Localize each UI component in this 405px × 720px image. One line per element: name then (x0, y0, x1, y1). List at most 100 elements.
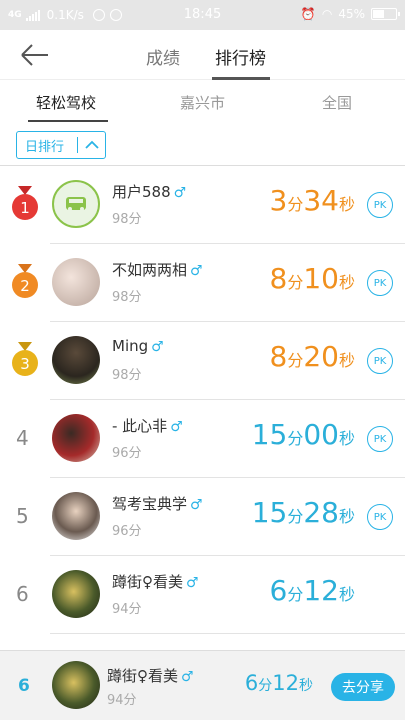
user-name: 驾考宝典学 ♂ (112, 493, 203, 514)
time-min-unit: 分 (287, 585, 304, 604)
time-minutes: 6 (269, 574, 288, 607)
scope-tab-city[interactable]: 嘉兴市 (180, 92, 225, 113)
time-min-unit: 分 (287, 351, 304, 370)
pk-button[interactable]: PK (367, 426, 393, 452)
scope-tab-national[interactable]: 全国 (322, 92, 352, 113)
chevron-up-icon (78, 140, 105, 150)
avatar[interactable] (52, 570, 100, 618)
time-minutes: 8 (269, 340, 288, 373)
exam-time: 15分28秒 (252, 496, 355, 529)
time-seconds: 28 (303, 496, 339, 529)
medal-number: 2 (20, 277, 30, 295)
tab-leaderboard[interactable]: 排行榜 (215, 44, 266, 69)
rank-number: 6 (16, 582, 29, 606)
time-minutes: 8 (269, 262, 288, 295)
back-arrow-icon[interactable] (18, 40, 52, 70)
user-score: 98分 (112, 368, 142, 383)
male-icon: ♂ (173, 185, 187, 201)
exam-time: 6分12秒 (270, 574, 356, 607)
time-min-unit: 分 (287, 429, 304, 448)
tab-score[interactable]: 成绩 (146, 44, 180, 69)
user-score: 96分 (112, 446, 142, 461)
car-icon (66, 197, 86, 211)
leaderboard-row[interactable]: 1 用户588 ♂ 98分 3分34秒 PK (0, 166, 405, 244)
time-sec-unit: 秒 (338, 351, 355, 370)
row-divider (50, 633, 405, 634)
time-seconds: 10 (303, 262, 339, 295)
gold-medal-icon: 1 (12, 186, 38, 220)
leaderboard-row[interactable]: 2 不如两两相 ♂ 98分 8分10秒 PK (0, 244, 405, 322)
male-icon: ♂ (186, 575, 199, 591)
medal-number: 1 (20, 199, 30, 217)
period-dropdown[interactable]: 日排行 (16, 131, 106, 159)
user-name-text: Ming (112, 337, 149, 355)
time-sec-unit: 秒 (338, 195, 355, 214)
pk-button[interactable]: PK (367, 270, 393, 296)
pk-button[interactable]: PK (367, 348, 393, 374)
user-name-text: 驾考宝典学 (112, 495, 188, 513)
user-name: Ming ♂ (112, 337, 164, 355)
user-name-text: - 此心非 (112, 417, 168, 435)
time-min-unit: 分 (287, 507, 304, 526)
my-avatar[interactable] (52, 661, 100, 709)
period-dropdown-label: 日排行 (25, 139, 65, 155)
rank-number: 4 (16, 426, 29, 450)
time-seconds: 12 (303, 574, 339, 607)
user-name: - 此心非 ♂ (112, 415, 183, 436)
male-icon: ♂ (170, 419, 183, 435)
user-name: 用户588 ♂ (112, 181, 186, 202)
user-name-text: 蹲街♀看美 (112, 573, 183, 591)
male-icon: ♂ (190, 497, 203, 513)
battery-icon (371, 8, 400, 20)
user-score: 98分 (112, 290, 142, 305)
scope-tab-school[interactable]: 轻松驾校 (36, 92, 96, 113)
my-name-text: 蹲街♀看美 (107, 667, 178, 685)
avatar[interactable] (52, 414, 100, 462)
rank-number: 5 (16, 504, 29, 528)
pk-button[interactable]: PK (367, 192, 393, 218)
time-min-unit: 分 (258, 678, 273, 694)
avatar[interactable] (52, 336, 100, 384)
alarm-icon: ⏰ (300, 7, 316, 21)
time-minutes: 15 (251, 496, 288, 529)
bronze-medal-icon: 3 (12, 342, 38, 376)
user-name: 蹲街♀看美 ♂ (112, 571, 199, 592)
leaderboard-row[interactable]: 4 - 此心非 ♂ 96分 15分00秒 PK (0, 400, 405, 478)
avatar[interactable] (52, 258, 100, 306)
time-sec-unit: 秒 (338, 585, 355, 604)
leaderboard-row[interactable]: 6 蹲街♀看美 ♂ 94分 6分12秒 (0, 556, 405, 634)
header: 成绩 排行榜 (0, 30, 405, 80)
scope-tab-indicator (28, 120, 108, 122)
share-button[interactable]: 去分享 (331, 673, 395, 701)
exam-time: 15分00秒 (252, 418, 355, 451)
scope-tabs: 轻松驾校 嘉兴市 全国 (0, 80, 405, 124)
time-sec-unit: 秒 (338, 507, 355, 526)
exam-time: 3分34秒 (270, 184, 356, 217)
male-icon: ♂ (151, 339, 164, 355)
time-minutes: 6 (244, 671, 259, 695)
user-score: 96分 (112, 524, 142, 539)
leaderboard-row[interactable]: 3 Ming ♂ 98分 8分20秒 PK (0, 322, 405, 400)
status-bar: 4G 0.1K/s 18:45 ⏰ ◠ 45% (0, 0, 405, 30)
user-name-text: 不如两两相 (112, 261, 188, 279)
time-minutes: 15 (251, 418, 288, 451)
time-seconds: 00 (303, 418, 339, 451)
my-rank-bar: 6 蹲街♀看美 ♂ 94分 6分12秒 去分享 (0, 650, 405, 720)
leaderboard-row[interactable]: 5 驾考宝典学 ♂ 96分 15分28秒 PK (0, 478, 405, 556)
silver-medal-icon: 2 (12, 264, 38, 298)
male-icon: ♂ (190, 263, 203, 279)
exam-time: 8分10秒 (270, 262, 356, 295)
time-sec-unit: 秒 (299, 678, 313, 694)
avatar[interactable] (52, 180, 100, 228)
my-name: 蹲街♀看美 ♂ (107, 665, 194, 686)
my-exam-time: 6分12秒 (245, 671, 313, 695)
user-name-text: 用户588 (112, 183, 171, 201)
avatar[interactable] (52, 492, 100, 540)
user-name: 不如两两相 ♂ (112, 259, 203, 280)
pk-button[interactable]: PK (367, 504, 393, 530)
status-right: ⏰ ◠ 45% (300, 7, 400, 21)
exam-time: 8分20秒 (270, 340, 356, 373)
user-score: 98分 (112, 212, 142, 227)
my-score: 94分 (107, 693, 137, 708)
time-seconds: 20 (303, 340, 339, 373)
